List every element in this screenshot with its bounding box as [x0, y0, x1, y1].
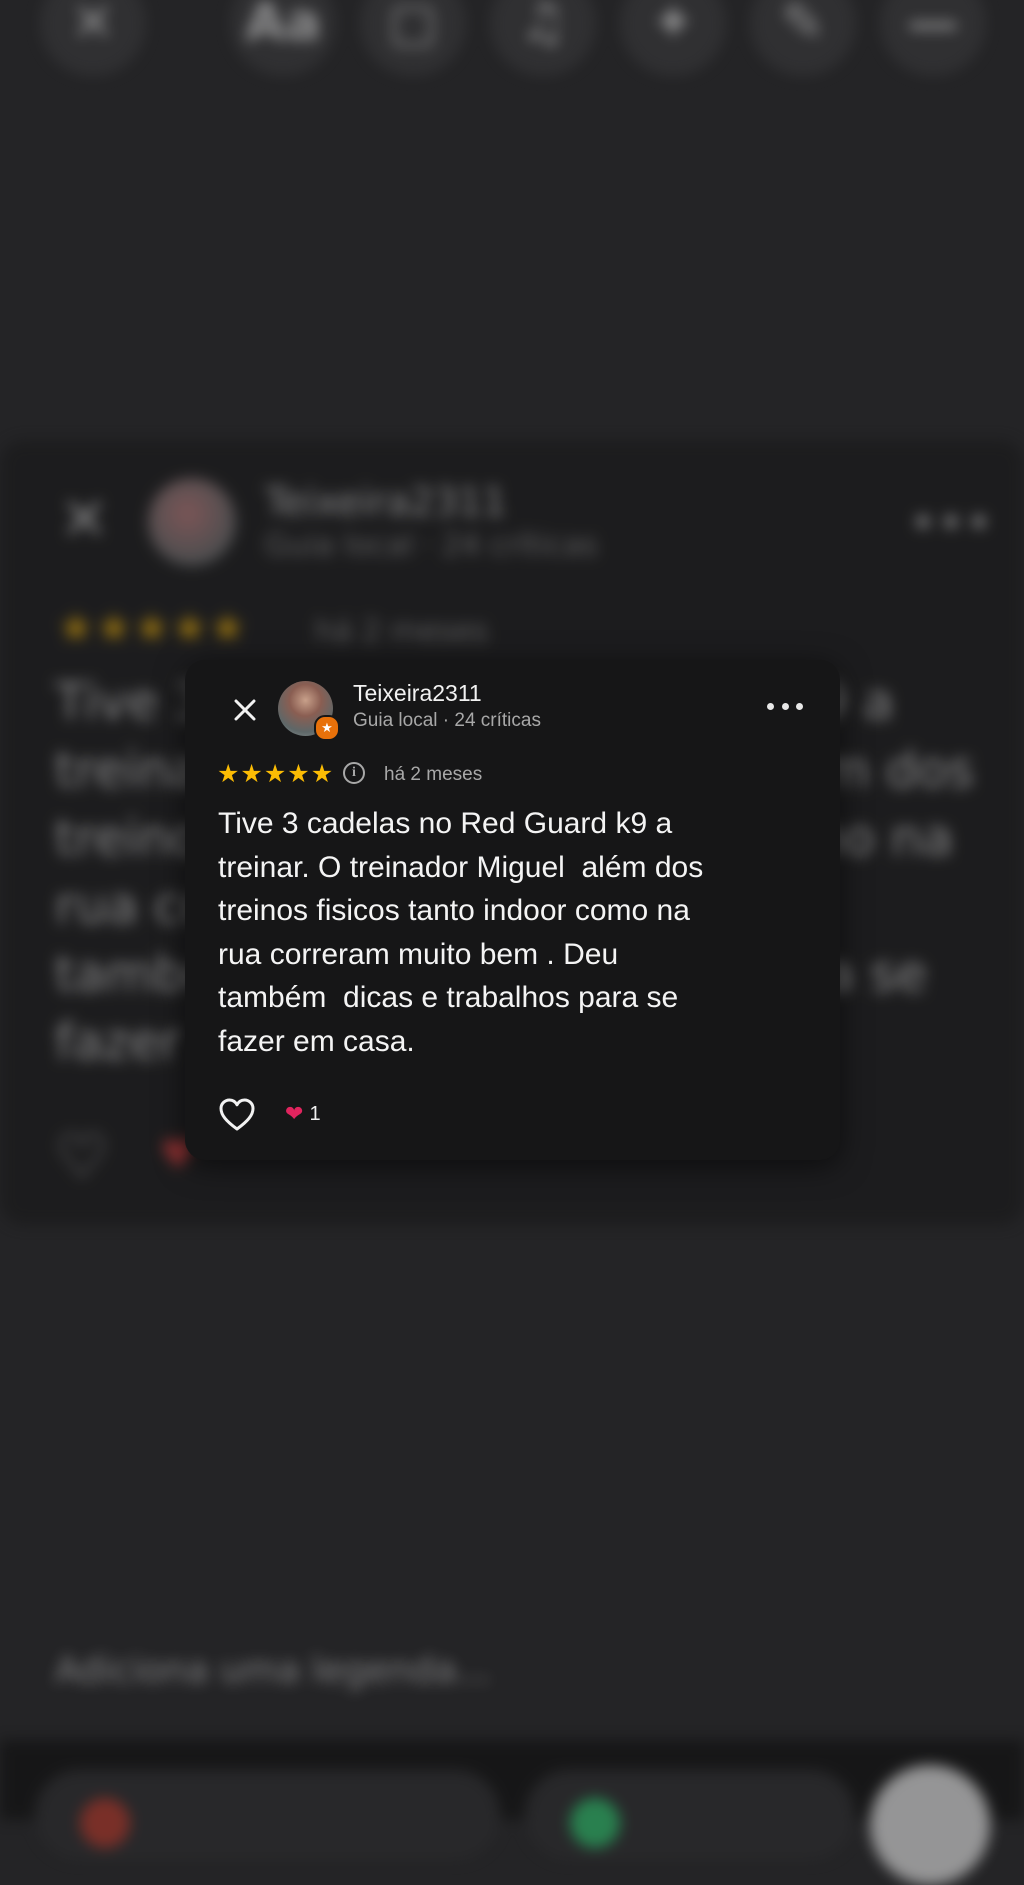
- background-stars: ★★★★★: [58, 605, 248, 651]
- sticker-icon[interactable]: ▢: [360, 0, 466, 76]
- review-text: Tive 3 cadelas no Red Guard k9 a treinar…: [218, 807, 704, 1058]
- star-icon: ★: [240, 759, 263, 788]
- close-icon[interactable]: [225, 690, 265, 730]
- share-option-button[interactable]: [35, 1770, 500, 1860]
- info-icon[interactable]: i: [343, 762, 365, 784]
- background-close-icon: ✕: [60, 485, 109, 553]
- background-avatar: [148, 478, 236, 566]
- share-option-icon: [80, 1798, 130, 1848]
- effects-icon[interactable]: ✦: [620, 0, 726, 76]
- background-author-name: Teixeira2311: [265, 480, 507, 524]
- star-icon: ★: [217, 759, 240, 788]
- close-icon[interactable]: ✕: [40, 0, 146, 76]
- review-card: ★ Teixeira2311 Guia local · 24 críticas …: [185, 660, 840, 1160]
- background-author-meta: Guia local · 24 críticas: [265, 528, 598, 563]
- author-name[interactable]: Teixeira2311: [353, 680, 482, 707]
- reaction-count: 1: [309, 1103, 321, 1125]
- like-heart-icon[interactable]: [218, 1097, 256, 1133]
- star-rating: ★ ★ ★ ★ ★: [217, 761, 333, 786]
- star-icon: ★: [263, 759, 287, 788]
- review-time: há 2 meses: [384, 764, 483, 785]
- more-icon[interactable]: —: [880, 0, 986, 76]
- send-button[interactable]: [870, 1765, 990, 1885]
- story-toolbar: ✕ Aa ▢ ♫ ✦ ✎ —: [0, 0, 1024, 90]
- reaction-summary[interactable]: ❤ 1: [285, 1103, 321, 1126]
- author-meta: Guia local · 24 críticas: [353, 710, 541, 731]
- more-options-icon[interactable]: [767, 696, 803, 716]
- text-style-icon[interactable]: Aa: [230, 0, 336, 76]
- share-option-button[interactable]: [525, 1770, 855, 1860]
- background-time: há 2 meses: [315, 614, 488, 649]
- local-guide-badge-icon: ★: [314, 715, 340, 741]
- caption-input[interactable]: Adiciona uma legenda...: [55, 1650, 491, 1691]
- avatar[interactable]: ★: [278, 681, 340, 741]
- share-option-icon: [570, 1798, 620, 1848]
- music-icon[interactable]: ♫: [490, 0, 596, 76]
- red-heart-icon: ❤: [285, 1101, 304, 1127]
- star-icon: ★: [310, 759, 334, 788]
- background-heart-icon: ♡: [55, 1122, 109, 1192]
- background-more-icon: •••: [910, 498, 994, 549]
- star-icon: ★: [287, 759, 310, 788]
- draw-icon[interactable]: ✎: [750, 0, 856, 76]
